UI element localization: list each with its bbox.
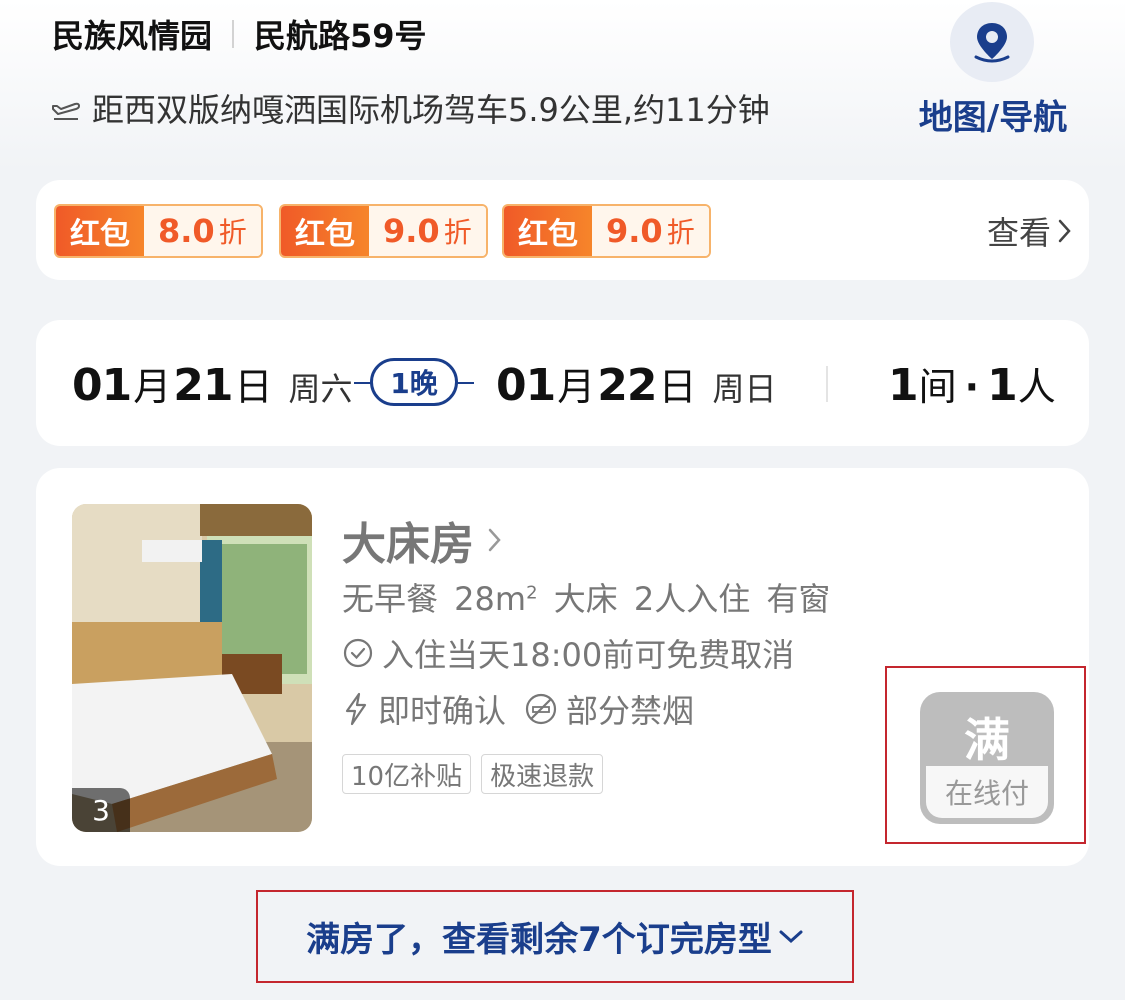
view-sold-out-rooms-link[interactable]: 满房了，查看剩余7个订完房型: [256, 890, 854, 983]
stay-date-picker[interactable]: 01 月 21 日 周六 1晚 01 月 22 日 周日 1间 · 1人: [36, 320, 1089, 446]
checkout-date[interactable]: 01 月 22 日 周日: [496, 356, 777, 411]
lightning-icon: [345, 692, 367, 726]
coupon-tag: 红包: [504, 206, 592, 256]
room-photo[interactable]: 3: [72, 504, 312, 832]
divider: [232, 20, 235, 48]
coupon-tag: 红包: [281, 206, 369, 256]
checkin-date[interactable]: 01 月 21 日 周六: [72, 356, 353, 411]
checkout-weekday: 周日: [712, 370, 777, 408]
coupon-value: 9.0 折: [369, 206, 486, 256]
room-tags: 10亿补贴 极速退款: [342, 754, 613, 794]
divider: [826, 366, 828, 402]
map-label: 地图/导航: [918, 98, 1068, 138]
chevron-right-icon: [488, 528, 501, 552]
coupon-value: 8.0 折: [144, 206, 261, 256]
distance-text: 距西双版纳嘎洒国际机场驾车5.9公里,约11分钟: [92, 91, 770, 129]
smoking-policy: 部分禁烟: [566, 692, 695, 730]
instant-confirm: 即时确认: [378, 692, 507, 730]
airport-distance: 距西双版纳嘎洒国际机场驾车5.9公里,约11分钟: [50, 86, 770, 130]
highlight-box: [885, 666, 1086, 844]
area-name: 民族风情园: [52, 17, 213, 55]
chevron-right-icon: [1058, 219, 1071, 243]
coupon-chip[interactable]: 红包 9.0 折: [279, 204, 488, 258]
hotel-address: 民族风情园 民航路59号: [52, 14, 427, 55]
room-tag: 10亿补贴: [342, 754, 472, 794]
coupon-tag: 红包: [56, 206, 144, 256]
plane-icon: [52, 102, 80, 120]
map-navigation-button[interactable]: 地图/导航: [908, 2, 1078, 138]
coupon-chip[interactable]: 红包 8.0 折: [54, 204, 263, 258]
room-features: 即时确认 部分禁烟: [342, 686, 694, 732]
room-specs: 无早餐 28m2 大床 2人入住 有窗: [342, 580, 831, 618]
view-label: 查看: [986, 214, 1051, 252]
coupon-bar[interactable]: 红包 8.0 折 红包 9.0 折 红包 9.0 折 查看: [36, 180, 1089, 280]
nights-badge: 1晚: [354, 358, 474, 408]
no-smoking-icon: [525, 693, 557, 725]
cancel-policy: 入住当天18:00前可免费取消: [342, 630, 794, 676]
photo-count: 3: [72, 788, 130, 832]
check-circle-icon: [343, 638, 373, 668]
room-tag: 极速退款: [481, 754, 604, 794]
chevron-down-icon: [779, 930, 803, 943]
sold-out-link-text: 满房了，查看剩余7个订完房型: [306, 920, 772, 960]
view-coupons-button[interactable]: 查看: [987, 208, 1073, 254]
room-name[interactable]: 大床房: [342, 508, 502, 572]
map-pin-icon: [950, 2, 1034, 82]
room-guest-selector[interactable]: 1间 · 1人: [888, 356, 1056, 411]
coupon-value: 9.0 折: [592, 206, 709, 256]
nights-count: 1晚: [370, 358, 458, 406]
coupon-chip[interactable]: 红包 9.0 折: [502, 204, 711, 258]
street-address: 民航路59号: [254, 17, 427, 55]
checkin-weekday: 周六: [288, 370, 353, 408]
